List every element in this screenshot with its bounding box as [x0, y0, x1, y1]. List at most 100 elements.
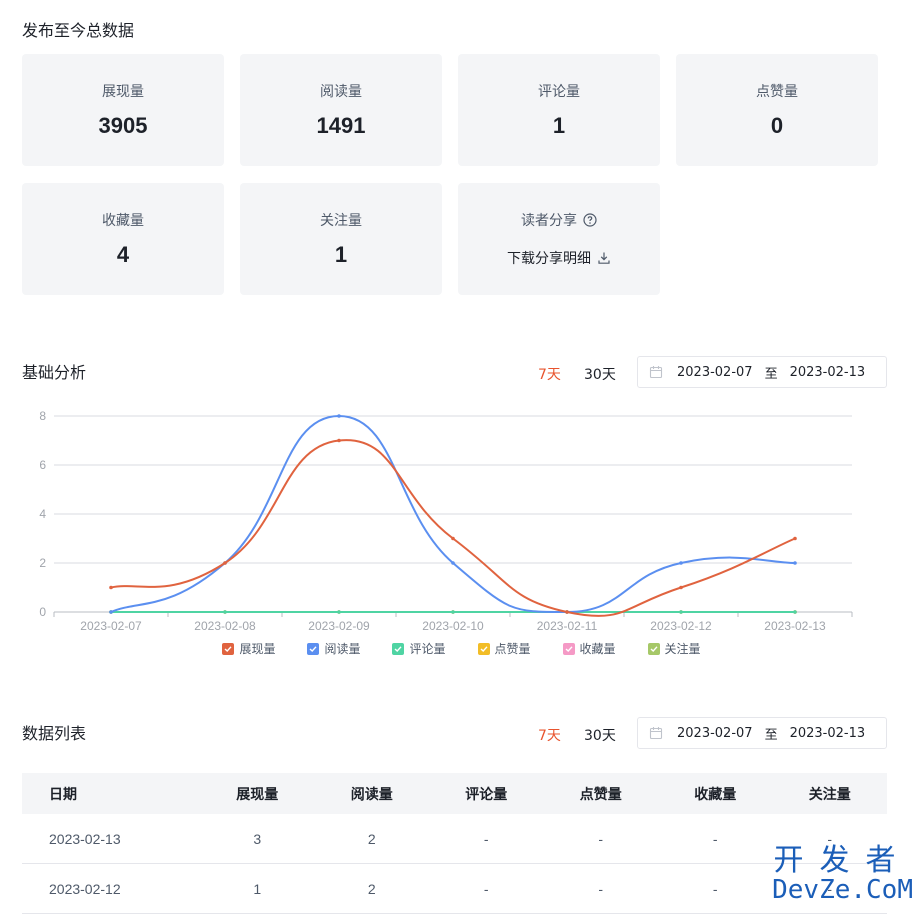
table-cell: 2	[314, 863, 429, 914]
analysis-date-range-picker[interactable]: 2023-02-07 至 2023-02-13	[637, 356, 887, 388]
legend-item[interactable]: 阅读量	[307, 640, 360, 657]
checkbox-icon	[647, 642, 660, 655]
series-point	[793, 561, 797, 565]
legend-item[interactable]: 点赞量	[477, 640, 531, 657]
stat-label: 阅读量	[320, 84, 362, 100]
col-header-comments: 评论量	[429, 773, 544, 814]
list-tab-30d[interactable]: 30天	[584, 725, 616, 745]
stat-value: 1	[552, 113, 566, 138]
date-end: 2023-02-13	[789, 364, 866, 380]
summary-title: 发布至今总数据	[22, 21, 135, 40]
analysis-title: 基础分析	[22, 363, 87, 382]
legend-label: 阅读量	[324, 642, 361, 656]
col-header-follows: 关注量	[772, 773, 887, 814]
y-tick-label: 4	[39, 507, 46, 521]
devze-watermark-logo: 开发者 DevZe.CoM	[772, 843, 913, 905]
date-separator: 至	[764, 366, 778, 382]
col-header-likes: 点赞量	[543, 773, 658, 814]
stat-label: 收藏量	[102, 213, 144, 229]
table-header-row: 日期 展现量 阅读量 评论量 点赞量 收藏量 关注量	[22, 773, 887, 814]
x-tick-label: 2023-02-09	[308, 619, 370, 633]
x-tick-label: 2023-02-13	[764, 619, 826, 633]
calendar-icon	[649, 365, 663, 379]
analysis-tab-7d[interactable]: 7天	[538, 364, 561, 384]
download-share-details-button[interactable]: 下载分享明细	[507, 248, 611, 268]
stat-label: 关注量	[320, 213, 362, 229]
series-line	[110, 439, 796, 617]
legend-item[interactable]: 关注量	[647, 640, 701, 657]
download-label: 下载分享明细	[507, 251, 591, 267]
legend-label: 展现量	[239, 642, 276, 656]
legend-item[interactable]: 收藏量	[562, 640, 616, 657]
series-point	[565, 610, 569, 614]
analysis-tab-30d[interactable]: 30天	[584, 364, 616, 384]
col-header-date: 日期	[22, 773, 200, 814]
stat-card-likes: 点赞量 0	[676, 54, 878, 166]
legend-label: 点赞量	[494, 642, 531, 656]
table-row: 2023-02-13 3 2 - - - -	[22, 814, 887, 864]
table-row: 2023-02-12 1 2 - - - -	[22, 863, 887, 914]
series-point	[337, 414, 341, 418]
stat-card-impressions: 展现量 3905	[22, 54, 224, 166]
reader-share-label: 读者分享	[521, 213, 577, 229]
stat-value: 0	[770, 113, 784, 138]
stat-label: 展现量	[102, 84, 144, 100]
stat-label: 评论量	[538, 84, 580, 100]
checkbox-icon	[222, 642, 235, 655]
line-chart: 0 2 4 6 8 2023-02-07 2023-02-08 2023-02-09 2023-…	[39, 409, 853, 633]
series-point	[679, 610, 683, 614]
table-cell: -	[543, 814, 658, 864]
x-tick-label: 2023-02-07	[80, 619, 142, 633]
calendar-icon	[649, 726, 663, 740]
stat-card-favorites: 收藏量 4	[22, 183, 224, 295]
list-date-range-picker[interactable]: 2023-02-07 至 2023-02-13	[637, 717, 887, 749]
stat-card-follows: 关注量 1	[240, 183, 442, 295]
y-tick-label: 0	[39, 605, 46, 619]
table-cell: -	[658, 814, 773, 864]
legend-item[interactable]: 展现量	[222, 640, 275, 657]
series-point	[451, 610, 455, 614]
reader-share-card: 读者分享 下载分享明细	[458, 183, 660, 295]
table-cell: -	[429, 814, 544, 864]
series-point	[793, 610, 797, 614]
table-cell: 2023-02-13	[22, 814, 200, 864]
table-cell: -	[429, 863, 544, 914]
download-icon	[597, 251, 611, 265]
checkbox-icon	[562, 642, 575, 655]
series-point	[337, 438, 341, 443]
series-point	[109, 610, 113, 614]
legend-item[interactable]: 评论量	[392, 640, 446, 657]
table-cell: 2023-02-12	[22, 863, 200, 914]
date-end: 2023-02-13	[789, 725, 866, 741]
table-cell: 2	[314, 814, 429, 864]
watermark-line1: 开发者	[773, 843, 912, 878]
stat-value: 3905	[98, 113, 148, 138]
col-header-reads: 阅读量	[314, 773, 429, 814]
series-point	[223, 610, 227, 614]
stat-card-reads: 阅读量 1491	[240, 54, 442, 166]
help-icon[interactable]	[583, 213, 597, 227]
series-point	[109, 585, 113, 590]
stat-value: 4	[116, 242, 130, 267]
list-tab-7d[interactable]: 7天	[538, 725, 561, 745]
stat-label: 点赞量	[756, 84, 798, 100]
table-cell: 1	[200, 863, 315, 914]
date-separator: 至	[764, 727, 778, 743]
x-tick-label: 2023-02-12	[650, 619, 712, 633]
watermark-line2: DevZe.CoM	[772, 875, 913, 905]
series-point	[679, 561, 683, 565]
stat-card-comments: 评论量 1	[458, 54, 660, 166]
table-cell: -	[543, 863, 658, 914]
x-tick-label: 2023-02-10	[422, 619, 484, 633]
stat-value: 1491	[316, 113, 366, 138]
series-point	[223, 561, 227, 565]
col-header-impressions: 展现量	[200, 773, 315, 814]
checkbox-icon	[477, 642, 490, 655]
table-cell: -	[658, 863, 773, 914]
series-point	[337, 610, 341, 614]
series-point	[679, 585, 683, 590]
y-tick-label: 2	[39, 556, 46, 570]
legend-label: 关注量	[664, 642, 701, 656]
y-tick-label: 8	[39, 409, 46, 423]
table-cell: 3	[200, 814, 315, 864]
